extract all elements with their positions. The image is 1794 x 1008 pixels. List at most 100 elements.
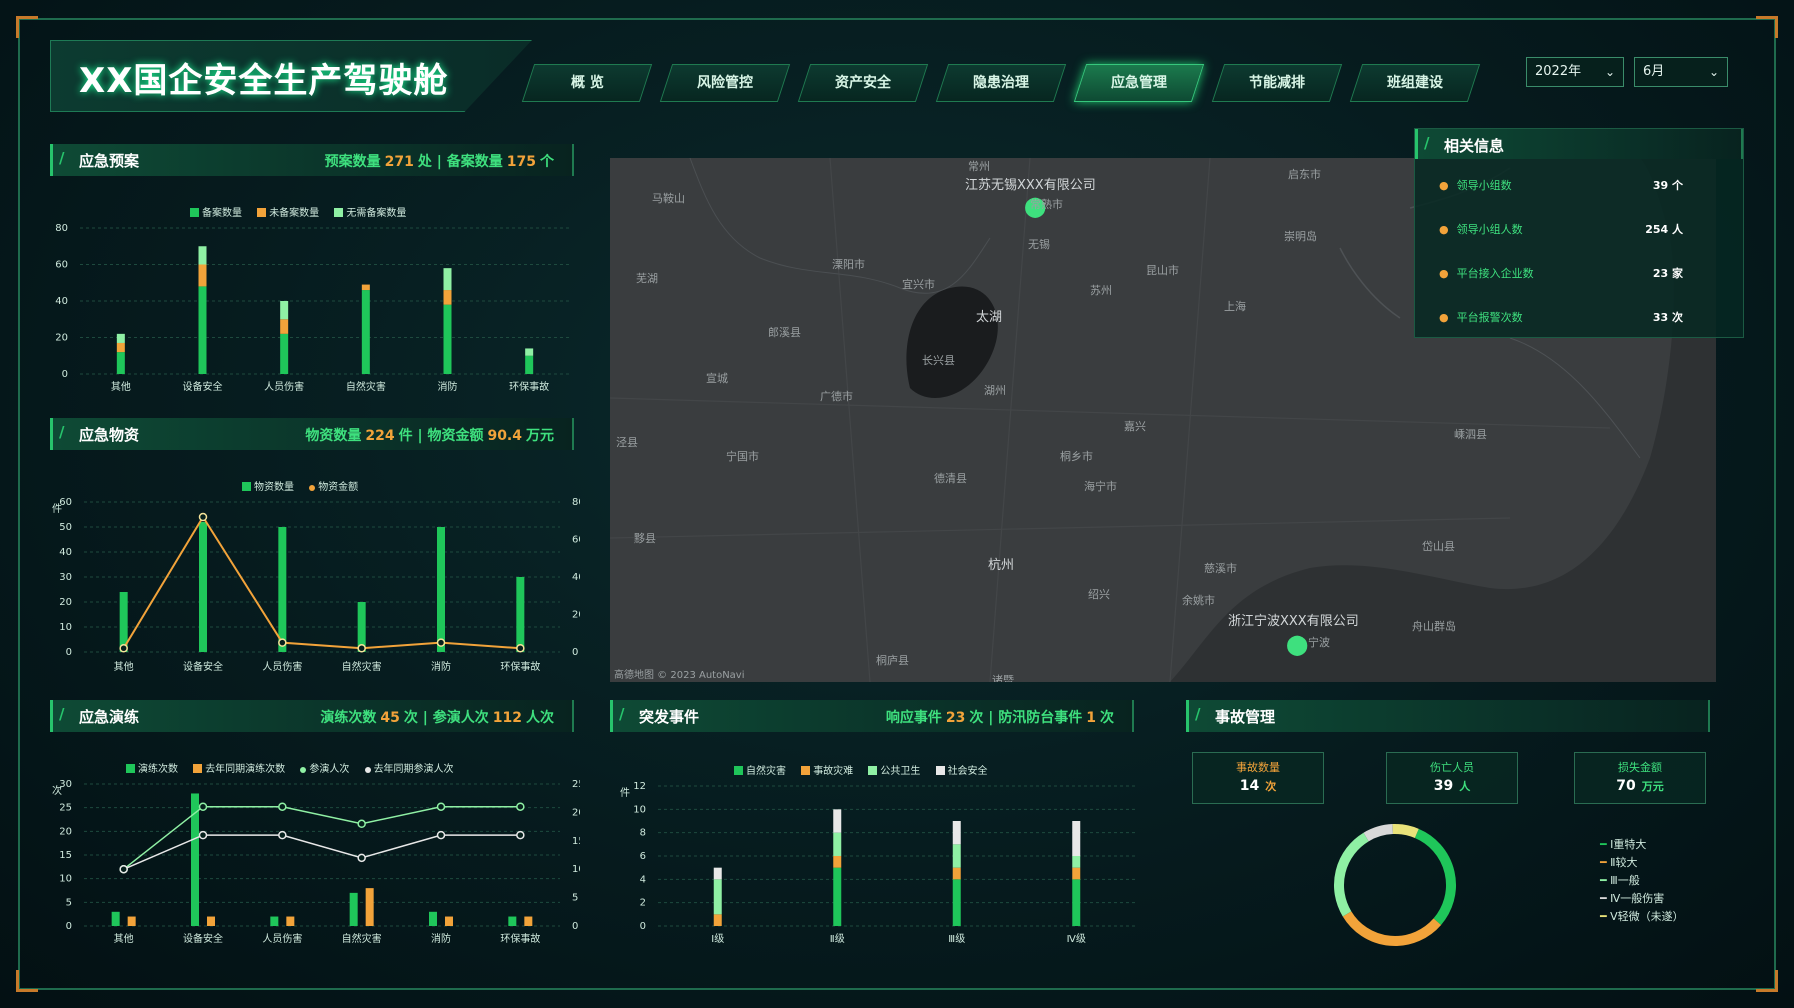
y-tick-label: 60 (55, 260, 68, 271)
frame-top (18, 18, 1776, 20)
accident-legend: ━ Ⅰ重特大 ━ Ⅱ较大 ━ Ⅲ一般 ━ Ⅳ一般伤害 ━ Ⅴ轻微（未遂） (1600, 836, 1684, 926)
info-row: ● 平台报警次数 33 次 (1439, 311, 1683, 324)
map-label: 常熟市 (1030, 198, 1063, 211)
kpi-value: 39 人 (1433, 778, 1471, 794)
bar (270, 916, 279, 926)
bar-segment (361, 290, 370, 374)
y-tick-label: 0 (66, 921, 72, 932)
bar (437, 527, 445, 652)
y-tick-label: 40 (59, 547, 72, 558)
line-point (198, 512, 208, 522)
y2-tick-label: 40 (572, 572, 580, 583)
bar-segment (833, 856, 842, 868)
line-point (357, 819, 366, 829)
info-row: ● 平台接入企业数 23 家 (1439, 267, 1683, 280)
material-title: 应急物资 (79, 426, 140, 444)
frame-right (1774, 18, 1776, 990)
y-tick-label: 20 (59, 826, 72, 837)
tab-emergency[interactable]: 应急管理 (1073, 64, 1205, 102)
map-marker-label: 浙江宁波XXX有限公司 (1228, 614, 1359, 629)
frame-corner (1756, 16, 1778, 38)
bar (365, 888, 374, 926)
bar-segment (280, 301, 289, 320)
month-select-value: 6月 (1643, 64, 1665, 79)
tab-label: 风险管控 (697, 75, 753, 91)
tab-risk-control[interactable]: 风险管控 (659, 64, 791, 102)
plan-legend: 备案数量 未备案数量 无需备案数量 (178, 204, 406, 219)
kpi-accident-count: 事故数量 14 次 (1192, 752, 1324, 804)
map-label: 溧阳市 (832, 258, 865, 271)
tab-team[interactable]: 班组建设 (1349, 64, 1481, 102)
map-pin-icon[interactable]: ⬤ (1286, 632, 1308, 656)
y2-tick-label: 15 (572, 836, 580, 847)
bar (111, 911, 120, 926)
map-label: 海宁市 (1084, 480, 1117, 493)
line-point (436, 830, 446, 840)
x-tick-label: Ⅰ级 (711, 933, 724, 945)
bar (516, 577, 525, 652)
tab-label: 应急管理 (1111, 75, 1167, 91)
map-label: 郎溪县 (768, 326, 801, 339)
y-tick-label: 10 (59, 874, 72, 885)
legend-marker: ━ (1600, 910, 1611, 923)
line-point (357, 853, 366, 863)
frame-corner (16, 970, 38, 992)
tab-hazard[interactable]: 隐患治理 (935, 64, 1067, 102)
accident-donut-chart (1334, 824, 1456, 946)
y2-tick-label: 20 (572, 807, 580, 818)
map-label: 昆山市 (1146, 264, 1179, 277)
tab-asset-safety[interactable]: 资产安全 (797, 64, 929, 102)
y2-tick-label: 0 (572, 647, 578, 658)
donut-slice (1363, 824, 1394, 842)
y2-tick-label: 25 (572, 779, 580, 790)
y-tick-label: 4 (640, 874, 646, 885)
map-label: 上海 (1224, 300, 1246, 313)
bar (349, 892, 358, 926)
tab-overview[interactable]: 概 览 (521, 64, 653, 102)
legend-marker: ━ (1600, 892, 1611, 905)
drill-legend: 演练次数 去年同期演练次数 参演人次 去年同期参演人次 (114, 760, 454, 775)
plan-panel-header: / 应急预案 预案数量 271 处 | 备案数量 175 个 (50, 144, 574, 176)
y-tick-label: 2 (640, 898, 646, 909)
legend-label: Ⅰ重特大 (1610, 838, 1647, 851)
x-tick-label: 消防 (438, 380, 458, 393)
slash-icon: / (59, 705, 65, 723)
line-point (357, 644, 366, 653)
info-title: 相关信息 (1444, 137, 1505, 155)
bar-segment (713, 879, 722, 915)
y-tick-label: 20 (55, 333, 68, 344)
line-series (122, 515, 521, 650)
x-tick-label: 自然灾害 (342, 660, 382, 673)
bar-segment (443, 304, 452, 374)
info-row: ● 领导小组人数 254 人 (1439, 223, 1683, 236)
bar (127, 916, 136, 926)
y-tick-label: 0 (62, 369, 68, 380)
incident-panel-header: / 突发事件 响应事件 23 次 | 防汛防台事件 1 次 (610, 700, 1134, 732)
bar-segment (198, 286, 207, 374)
map-marker-label: 江苏无锡XXX有限公司 (965, 178, 1096, 193)
y-tick-label: 25 (59, 803, 72, 814)
x-tick-label: 设备安全 (183, 932, 223, 945)
x-tick-label: 设备安全 (183, 660, 223, 673)
info-row: ● 领导小组数 39 个 (1439, 179, 1683, 192)
month-select[interactable]: 6月 ⌄ (1634, 57, 1728, 87)
line-point (516, 830, 525, 840)
app-title: XX国企安全生产驾驶舱 (79, 61, 449, 101)
line-point (278, 638, 287, 647)
slash-icon: / (619, 705, 625, 723)
map-label: 长兴县 (922, 354, 955, 367)
legend-item: ━ Ⅴ轻微（未遂） (1600, 908, 1684, 926)
incident-title: 突发事件 (639, 708, 700, 726)
y-tick-label: 20 (59, 597, 72, 608)
map-label: 太湖 (976, 310, 1003, 325)
tab-energy[interactable]: 节能减排 (1211, 64, 1343, 102)
x-tick-label: 环保事故 (509, 380, 549, 393)
bar-segment (1072, 879, 1081, 926)
line-series (123, 805, 521, 870)
frame-corner (1756, 970, 1778, 992)
year-select[interactable]: 2022年 ⌄ (1526, 57, 1624, 87)
line-point (436, 802, 446, 811)
map-label: 桐乡市 (1060, 450, 1093, 463)
app-title-box: XX国企安全生产驾驶舱 (50, 40, 532, 112)
line-series (123, 834, 521, 870)
